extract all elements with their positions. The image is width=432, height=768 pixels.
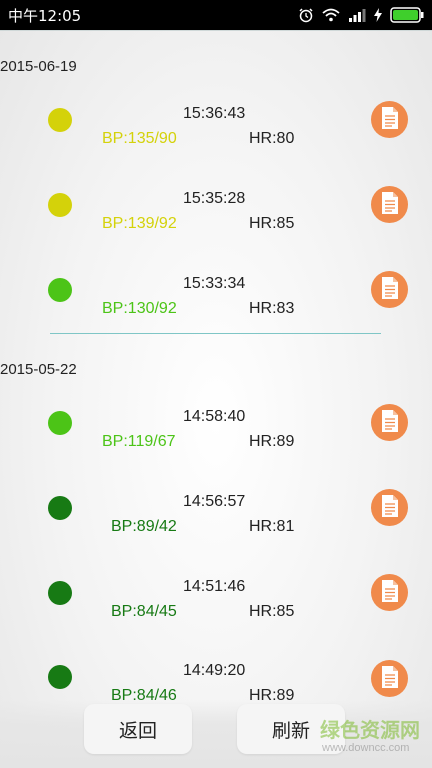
battery-icon bbox=[390, 7, 424, 23]
record-bp: BP:89/42 bbox=[111, 518, 177, 535]
status-dot-yellow bbox=[48, 193, 72, 217]
record-item[interactable]: 14:56:57 BP:89/42 HR:81 bbox=[0, 488, 432, 558]
status-dot-dark-green bbox=[48, 581, 72, 605]
record-time: 14:51:46 bbox=[183, 578, 246, 595]
record-hr: HR:81 bbox=[249, 518, 295, 535]
record-bp: BP:135/90 bbox=[102, 130, 177, 147]
record-item[interactable]: 15:36:43 BP:135/90 HR:80 bbox=[0, 100, 432, 170]
record-bp: BP:119/67 bbox=[102, 433, 176, 450]
record-item[interactable]: 14:58:40 BP:119/67 HR:89 bbox=[0, 403, 432, 473]
document-icon bbox=[380, 409, 400, 437]
record-item[interactable]: 14:51:46 BP:84/45 HR:85 bbox=[0, 573, 432, 643]
record-time: 15:36:43 bbox=[183, 105, 246, 122]
document-icon bbox=[380, 106, 400, 134]
bottom-bar bbox=[0, 700, 432, 768]
wifi-icon bbox=[322, 8, 340, 22]
record-time: 15:33:34 bbox=[183, 275, 246, 292]
report-button[interactable] bbox=[371, 660, 408, 697]
status-dot-green bbox=[48, 278, 72, 302]
document-icon bbox=[380, 191, 400, 219]
record-hr: HR:80 bbox=[249, 130, 295, 147]
record-bp: BP:84/45 bbox=[111, 603, 177, 620]
status-dot-green bbox=[48, 411, 72, 435]
report-button[interactable] bbox=[371, 186, 408, 223]
back-button[interactable]: 返回 bbox=[84, 704, 192, 754]
record-bp: BP:130/92 bbox=[102, 300, 177, 317]
record-time: 14:49:20 bbox=[183, 662, 246, 679]
report-button[interactable] bbox=[371, 101, 408, 138]
status-time: 中午12:05 bbox=[8, 6, 82, 25]
document-icon bbox=[380, 276, 400, 304]
date-header: 2015-05-22 bbox=[0, 361, 77, 378]
top-divider bbox=[0, 30, 432, 31]
signal-icon bbox=[348, 8, 366, 22]
group-divider bbox=[50, 333, 381, 334]
date-header: 2015-06-19 bbox=[0, 58, 77, 75]
record-hr: HR:85 bbox=[249, 215, 295, 232]
record-time: 14:58:40 bbox=[183, 408, 246, 425]
status-dot-dark-green bbox=[48, 496, 72, 520]
report-button[interactable] bbox=[371, 489, 408, 526]
record-bp: BP:139/92 bbox=[102, 215, 177, 232]
record-item[interactable]: 15:35:28 BP:139/92 HR:85 bbox=[0, 185, 432, 255]
status-dot-yellow bbox=[48, 108, 72, 132]
report-button[interactable] bbox=[371, 404, 408, 441]
status-bar: 中午12:05 bbox=[0, 0, 432, 30]
document-icon bbox=[380, 665, 400, 693]
charging-icon bbox=[374, 8, 382, 22]
status-dot-dark-green bbox=[48, 665, 72, 689]
record-time: 15:35:28 bbox=[183, 190, 246, 207]
record-hr: HR:89 bbox=[249, 433, 295, 450]
alarm-icon bbox=[298, 7, 314, 23]
record-hr: HR:85 bbox=[249, 603, 295, 620]
document-icon bbox=[380, 494, 400, 522]
status-icons bbox=[298, 7, 424, 23]
report-button[interactable] bbox=[371, 574, 408, 611]
document-icon bbox=[380, 579, 400, 607]
record-time: 14:56:57 bbox=[183, 493, 246, 510]
refresh-button[interactable]: 刷新 bbox=[237, 704, 345, 754]
record-hr: HR:83 bbox=[249, 300, 295, 317]
report-button[interactable] bbox=[371, 271, 408, 308]
record-item[interactable]: 15:33:34 BP:130/92 HR:83 bbox=[0, 270, 432, 340]
